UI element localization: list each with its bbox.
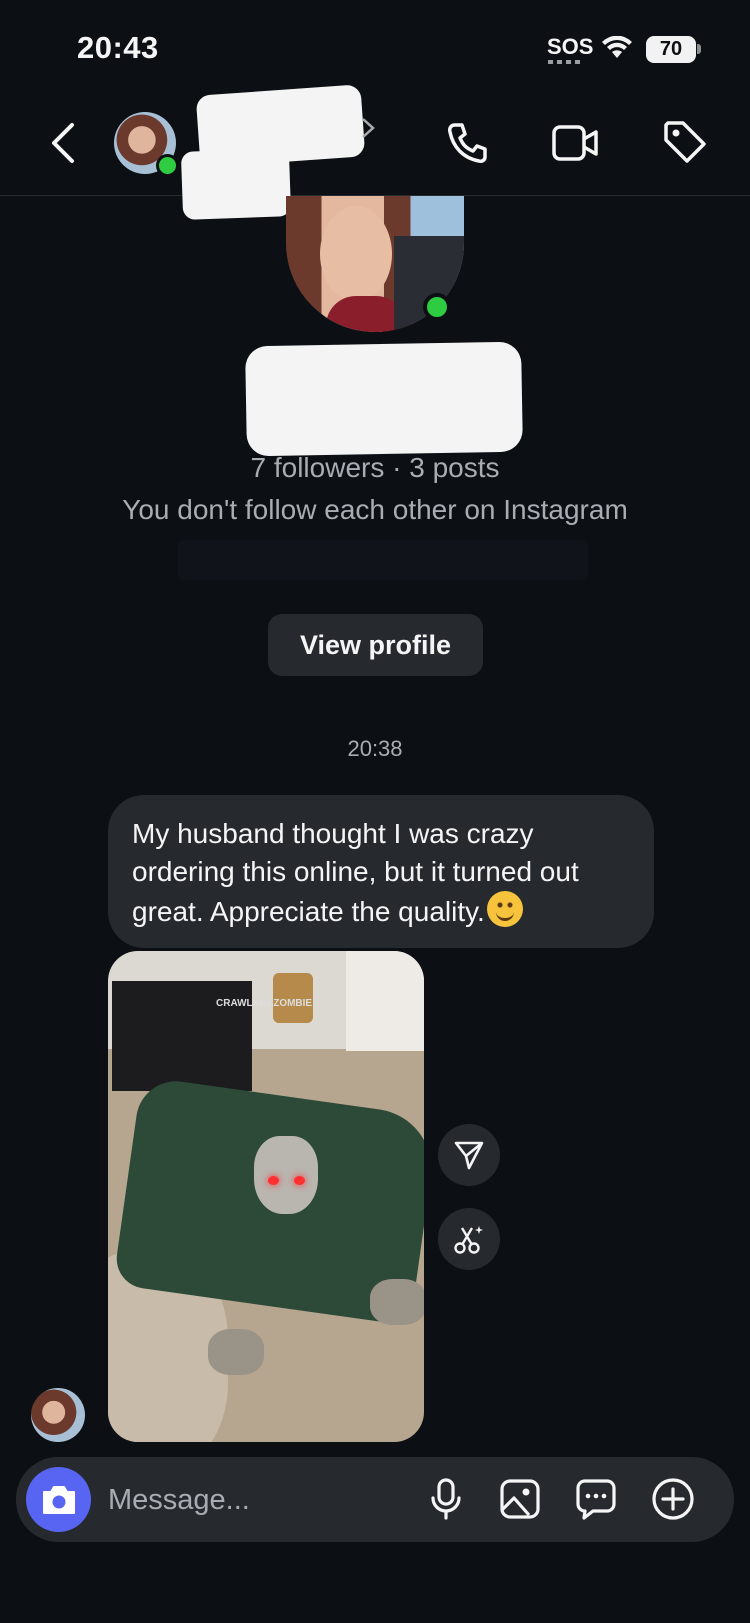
tag-icon: [664, 121, 706, 163]
photo-zombie-hand: [370, 1279, 424, 1325]
sticker-button[interactable]: [572, 1475, 620, 1523]
microphone-icon: [431, 1478, 461, 1520]
plus-circle-icon: [652, 1478, 694, 1520]
voice-message-button[interactable]: [422, 1475, 470, 1523]
photo-zombie-eye: [294, 1176, 305, 1185]
wifi-icon: [602, 36, 632, 58]
chevron-left-icon: [52, 123, 74, 163]
view-profile-button[interactable]: View profile: [268, 614, 483, 676]
gallery-button[interactable]: [496, 1475, 544, 1523]
hidden-mutuals-line: [178, 540, 588, 580]
chevron-right-icon: [362, 118, 375, 138]
video-camera-icon: [552, 125, 598, 161]
status-bar: 20:43 SOS 70: [0, 0, 750, 100]
photo-zombie-eye: [268, 1176, 279, 1185]
profile-online-indicator: [423, 293, 451, 321]
camera-icon: [42, 1485, 75, 1514]
battery-icon: 70: [646, 36, 696, 63]
back-button[interactable]: [40, 118, 86, 168]
message-photo[interactable]: CRAWLING ZOMBIE: [108, 951, 424, 1442]
follow-relationship-note: You don't follow each other on Instagram: [122, 494, 628, 525]
chat-bubble-icon: [576, 1479, 616, 1520]
audio-call-button[interactable]: [442, 118, 492, 168]
message-timestamp: 20:38: [347, 736, 403, 761]
sos-indicator: SOS: [547, 34, 594, 59]
photo-cabinet: [346, 951, 424, 1051]
scissors-sparkle-icon: [454, 1226, 483, 1254]
redacted-active-status: [180, 148, 292, 220]
message-input[interactable]: [108, 1477, 398, 1523]
sender-avatar[interactable]: [31, 1388, 85, 1442]
phone-icon: [448, 123, 487, 163]
message-composer: [16, 1457, 734, 1542]
status-time: 20:43: [77, 30, 159, 65]
image-icon: [500, 1479, 540, 1519]
message-bubble[interactable]: My husband thought I was crazy ordering …: [108, 795, 654, 948]
followers-count: 7 followers · 3 posts: [250, 452, 500, 483]
smiling-face-emoji-icon: [486, 891, 523, 927]
photo-zombie-hand: [208, 1329, 264, 1375]
send-icon: [454, 1141, 484, 1170]
edit-photo-button[interactable]: [438, 1208, 500, 1270]
chat-header: [0, 100, 750, 196]
online-indicator: [156, 154, 179, 177]
battery-tip: [697, 44, 701, 54]
signal-dots-icon: [548, 60, 584, 64]
photo-box-text: CRAWLING ZOMBIE: [216, 998, 313, 1009]
camera-button[interactable]: [26, 1467, 91, 1532]
share-button[interactable]: [438, 1124, 500, 1186]
redacted-profile-name: [245, 341, 523, 457]
profile-face: [320, 206, 392, 302]
photo-zombie-head: [254, 1136, 318, 1214]
video-call-button[interactable]: [548, 118, 602, 168]
more-options-button[interactable]: [649, 1475, 697, 1523]
label-tag-button[interactable]: [660, 116, 710, 168]
